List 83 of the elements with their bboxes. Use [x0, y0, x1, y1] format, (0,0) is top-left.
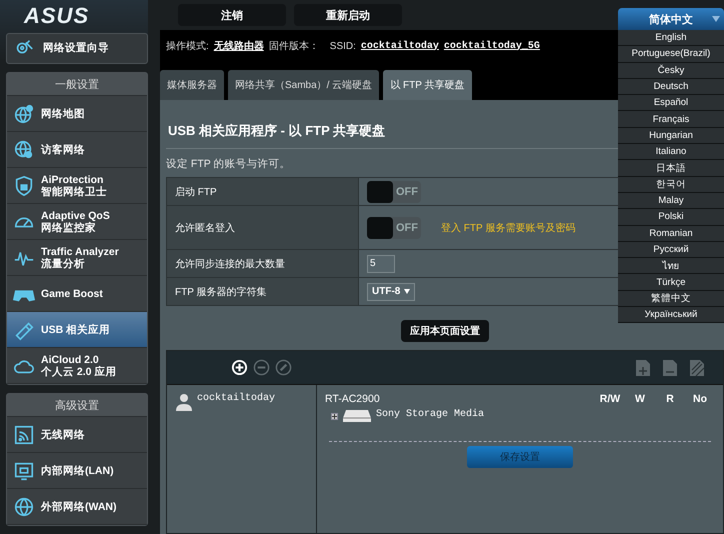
- expand-toggle[interactable]: [331, 412, 338, 420]
- shield-lock-icon: [13, 174, 35, 196]
- top-button[interactable]: 注销: [178, 4, 286, 26]
- setting-label: 允许匿名登入: [166, 206, 358, 250]
- sidebar-item-title: Traffic Analyzer: [41, 246, 119, 258]
- permission-header: R: [665, 393, 675, 405]
- permission-header: No: [692, 393, 708, 405]
- language-option[interactable]: Polski: [618, 209, 724, 226]
- wifi-icon: [13, 424, 35, 446]
- sidebar-item[interactable]: USB 相关应用: [7, 312, 147, 348]
- language-option[interactable]: Česky: [618, 62, 724, 79]
- language-option[interactable]: Deutsch: [618, 78, 724, 96]
- edit-icon[interactable]: [275, 359, 292, 376]
- sidebar-item-title: 访客网络: [41, 144, 85, 156]
- sidebar-item-subtitle: 网络监控家: [41, 222, 97, 234]
- language-option[interactable]: ไทย: [618, 258, 724, 274]
- sidebar-item-subtitle: 智能网络卫士: [41, 186, 107, 198]
- sidebar-item[interactable]: 网络设置向导: [6, 32, 148, 64]
- language-option[interactable]: Portuguese(Brazil): [618, 46, 724, 63]
- user-icon: [175, 393, 193, 411]
- language-option[interactable]: Русский: [618, 242, 724, 258]
- setting-label: 允许同步连接的最大数量: [166, 250, 358, 278]
- language-option[interactable]: English: [618, 30, 724, 46]
- ssid-label: SSID:: [330, 40, 356, 52]
- language-option[interactable]: Malay: [618, 192, 724, 210]
- language-option[interactable]: 繁體中文: [618, 290, 724, 308]
- mode-link[interactable]: 无线路由器: [214, 39, 264, 53]
- caret-icon: [712, 16, 720, 22]
- sidebar-item-subtitle: 个人云 2.0 应用: [41, 366, 116, 378]
- apply-button[interactable]: 应用本页面设置: [401, 320, 489, 342]
- edit-folder-icon[interactable]: [689, 358, 705, 376]
- sidebar-item-title: Adaptive QoS: [41, 210, 110, 222]
- globe-pin-icon: [13, 102, 35, 124]
- setting-label: FTP 服务器的字符集: [166, 278, 358, 306]
- sidebar-item-title: AiProtection: [41, 174, 104, 186]
- language-option[interactable]: 日本語: [618, 160, 724, 177]
- sidebar-item-subtitle: 流量分析: [41, 258, 86, 270]
- language-option[interactable]: Italiano: [618, 144, 724, 160]
- section-header: 高级设置: [7, 394, 147, 417]
- drive-icon: [342, 409, 372, 423]
- ssid-link[interactable]: cocktailtoday: [360, 40, 439, 52]
- permission-header: W: [634, 393, 646, 405]
- setting-label: 启动 FTP: [166, 178, 358, 206]
- tab[interactable]: 以 FTP 共享硬盘: [383, 70, 472, 100]
- device-name: RT-AC2900: [325, 393, 381, 405]
- language-option[interactable]: Français: [618, 111, 724, 128]
- caret-icon: [404, 289, 410, 294]
- language-option[interactable]: 한국어: [618, 176, 724, 193]
- page-description: 设定 FTP 的账号与许可。: [166, 157, 290, 171]
- add-folder-icon[interactable]: [635, 358, 651, 376]
- user-item[interactable]: cocktailtoday: [173, 391, 278, 413]
- globe-people-icon: [13, 138, 35, 160]
- remove-folder-icon[interactable]: [662, 358, 678, 376]
- sidebar-item-title: 无线网络: [41, 428, 85, 440]
- sidebar-item-title: Game Boost: [41, 288, 103, 300]
- language-option[interactable]: Türkçe: [618, 274, 724, 291]
- logo: ASUS: [22, 2, 90, 30]
- permission-header: R/W: [598, 393, 622, 405]
- setting-note: 登入 FTP 服务需要账号及密码: [441, 222, 576, 234]
- top-button[interactable]: 重新启动: [294, 4, 402, 26]
- sidebar-item-title: 内部网络(LAN): [41, 464, 114, 476]
- sidebar-item-label: 网络设置向导: [43, 42, 109, 54]
- mode-label: 操作模式:: [166, 40, 209, 53]
- firmware-label: 固件版本：: [268, 40, 319, 53]
- tab[interactable]: 媒体服务器: [160, 70, 224, 100]
- sidebar-item-title: AiCloud 2.0: [41, 354, 100, 366]
- language-option[interactable]: Romanian: [618, 226, 724, 242]
- section-header: 一般设置: [7, 73, 147, 96]
- remove-icon[interactable]: [253, 359, 270, 376]
- language-dropdown[interactable]: 简体中文: [618, 8, 724, 30]
- select-field[interactable]: UTF-8: [367, 282, 416, 300]
- ssid-link[interactable]: cocktailtoday_5G: [444, 40, 540, 52]
- add-icon[interactable]: [231, 359, 248, 376]
- language-option[interactable]: Español: [618, 95, 724, 112]
- sidebar-item-title: 网络地图: [41, 108, 85, 120]
- input-field[interactable]: 5: [367, 254, 395, 272]
- sidebar-item-title: USB 相关应用: [41, 324, 110, 336]
- globe-icon: [13, 496, 35, 518]
- language-option[interactable]: Український: [618, 307, 724, 324]
- sidebar-item-title: 外部网络(WAN): [41, 500, 116, 512]
- tab[interactable]: 网络共享（Samba）/ 云端硬盘: [228, 70, 380, 100]
- language-option[interactable]: Hungarian: [618, 128, 724, 144]
- folder-name: Sony Storage Media: [376, 409, 484, 420]
